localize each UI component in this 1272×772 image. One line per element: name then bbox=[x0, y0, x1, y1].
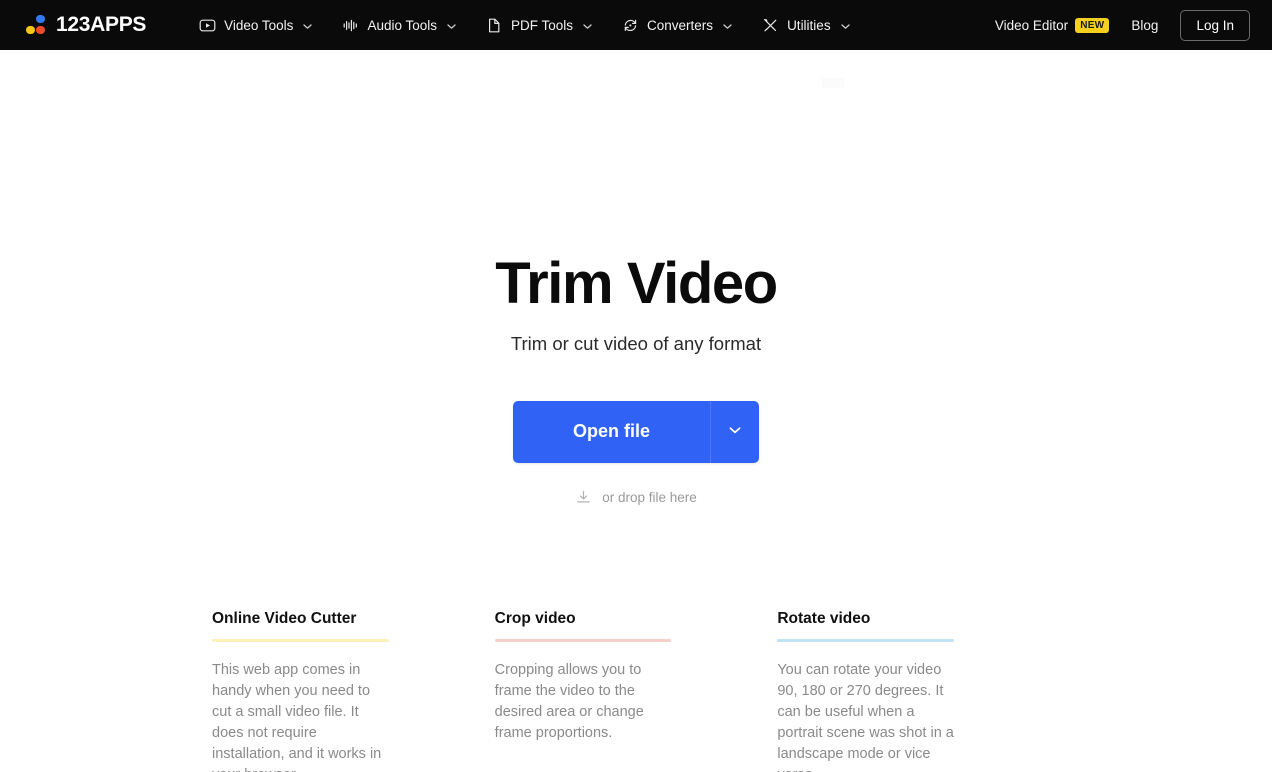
feature-card-online-video-cutter: Online Video Cutter This web app comes i… bbox=[212, 610, 495, 772]
convert-refresh-icon bbox=[622, 17, 639, 34]
card-body: Cropping allows you to frame the video t… bbox=[494, 661, 644, 741]
page-root: 123APPS Video Tools Audio Tools PDF Tool… bbox=[0, 0, 1272, 772]
new-badge: NEW bbox=[1075, 17, 1110, 33]
nav-item-utilities[interactable]: Utilities bbox=[749, 10, 864, 41]
card-body: This web app comes in handy when you nee… bbox=[212, 661, 382, 772]
card-title: Online Video Cutter bbox=[212, 609, 357, 627]
card-title: Rotate video bbox=[777, 609, 871, 627]
chevron-down-icon bbox=[302, 20, 313, 31]
video-play-box-icon bbox=[199, 17, 216, 34]
download-tray-icon bbox=[575, 489, 592, 506]
nav-right-group: Video Editor NEW Blog Log In bbox=[989, 9, 1250, 41]
chevron-down-icon bbox=[840, 20, 851, 31]
crossed-tools-icon bbox=[762, 17, 779, 34]
card-accent-rule bbox=[212, 638, 389, 642]
nav-item-label: Converters bbox=[647, 17, 714, 33]
nav-item-label: Video Tools bbox=[224, 17, 294, 33]
logo-dot-yellow-icon bbox=[26, 25, 35, 34]
feature-card-rotate-video: Rotate video You can rotate your video 9… bbox=[777, 610, 1060, 772]
logo-dot-blue-icon bbox=[36, 14, 45, 23]
feature-card-crop-video: Crop video Cropping allows you to frame … bbox=[494, 609, 778, 772]
card-body: You can rotate your video 90, 180 or 270… bbox=[777, 661, 954, 772]
card-accent-rule bbox=[777, 638, 955, 642]
logo-text: 123APPS bbox=[56, 13, 147, 36]
decorative-placeholder bbox=[822, 78, 844, 88]
nav-item-converters[interactable]: Converters bbox=[609, 10, 746, 41]
logo-123apps[interactable]: 123APPS bbox=[26, 13, 146, 37]
feature-cards: Online Video Cutter This web app comes i… bbox=[0, 610, 1272, 772]
audio-waveform-icon bbox=[342, 17, 359, 34]
chevron-down-icon bbox=[727, 422, 743, 441]
nav-menu: Video Tools Audio Tools PDF Tools Conver… bbox=[186, 10, 863, 41]
document-page-icon bbox=[486, 17, 503, 34]
open-file-dropdown-button[interactable] bbox=[710, 400, 759, 463]
nav-item-video-editor[interactable]: Video Editor NEW bbox=[989, 12, 1116, 39]
card-accent-rule bbox=[494, 638, 672, 642]
logo-dot-red-icon bbox=[36, 25, 45, 34]
chevron-down-icon bbox=[582, 20, 593, 31]
top-navigation-bar: 123APPS Video Tools Audio Tools PDF Tool… bbox=[0, 0, 1272, 50]
drop-file-text: or drop file here bbox=[602, 489, 697, 505]
nav-item-label: Audio Tools bbox=[367, 17, 437, 33]
page-title: Trim Video bbox=[495, 251, 778, 316]
nav-item-audio-tools[interactable]: Audio Tools bbox=[329, 10, 470, 41]
nav-item-pdf-tools[interactable]: PDF Tools bbox=[473, 10, 606, 41]
hero-section: Trim Video Trim or cut video of any form… bbox=[0, 50, 1272, 506]
open-file-button[interactable]: Open file bbox=[513, 400, 710, 463]
nav-item-blog[interactable]: Blog bbox=[1121, 12, 1168, 39]
video-editor-label: Video Editor bbox=[994, 17, 1069, 33]
open-file-button-group: Open file bbox=[513, 400, 759, 463]
nav-item-label: Utilities bbox=[787, 17, 831, 33]
page-subtitle: Trim or cut video of any format bbox=[510, 332, 762, 354]
drop-file-hint[interactable]: or drop file here bbox=[0, 489, 1272, 506]
chevron-down-icon bbox=[446, 20, 457, 31]
nav-item-label: PDF Tools bbox=[511, 17, 574, 33]
chevron-down-icon bbox=[722, 20, 733, 31]
logo-dots-icon bbox=[26, 14, 47, 36]
card-title: Crop video bbox=[494, 609, 576, 627]
nav-item-video-tools[interactable]: Video Tools bbox=[186, 10, 326, 41]
login-button[interactable]: Log In bbox=[1180, 9, 1250, 41]
